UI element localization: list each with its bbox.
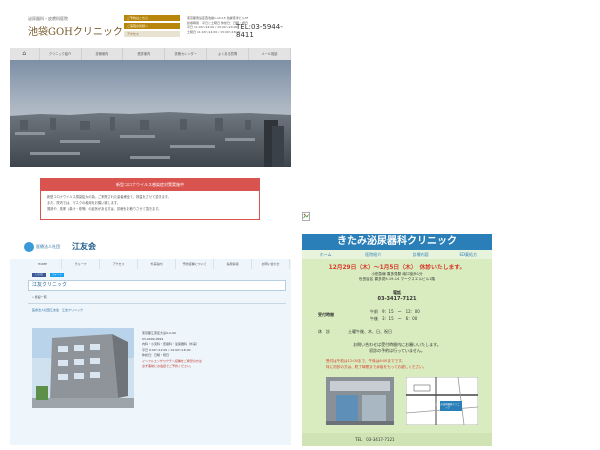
nav-item[interactable]: 診療内容 (397, 250, 445, 259)
map-label: きたみ泌尿器科クリニック (435, 403, 460, 409)
nav-item[interactable]: よくある質問 (207, 48, 250, 60)
breadcrumb[interactable]: » 施設一覧 (32, 295, 47, 299)
nav-item[interactable]: ED薬処方 (445, 250, 493, 259)
main-nav: ⌂ クリニック紹介 診療案内 受診案内 診療カレンダー よくある質問 メール相談 (10, 48, 291, 60)
site-header: 泌尿器科・皮膚科医院 池袋GOHクリニック ご予約はこちら ご来院の皆様へ アク… (10, 10, 291, 48)
koyukai-clinic-screenshot: 医療法人社団 江友会 HOME グループ アクセス 外来案内 予防接種について … (10, 235, 291, 445)
notice-title: 新型コロナウイルス感染症対策実施中 (41, 179, 259, 191)
site-title[interactable]: きたみ泌尿器科クリニック (302, 234, 492, 250)
corp-logo-icon (24, 242, 34, 252)
closed-days: 休 診 土曜午後、木、日、祝日 (318, 329, 392, 335)
inquiry-line: 初診の予約は行っていません。 (369, 348, 425, 353)
hero-cityscape-image (10, 60, 291, 167)
access-map[interactable] (406, 377, 478, 425)
nav-item[interactable]: 診療カレンダー (165, 48, 208, 60)
nav-item[interactable]: お問い合わせ (252, 259, 290, 269)
reservation-button[interactable]: ご予約はこちら (124, 15, 180, 21)
nav-item[interactable]: 外来案内 (138, 259, 176, 269)
nav-item[interactable]: グループ (62, 259, 100, 269)
header-tel[interactable]: TEL:03-5944-8411 (236, 23, 291, 39)
warning-line: 必ず事前にお電話でご予約ください。 (142, 364, 194, 368)
corp-type: 医療法人社団 (36, 244, 60, 249)
main-nav: HOME グループ アクセス 外来案内 予防接種について 採用情報 お問い合わせ (24, 259, 290, 269)
goh-clinic-screenshot: 泌尿器科・皮膚科医院 池袋GOHクリニック ご予約はこちら ご来院の皆様へ アク… (10, 10, 291, 220)
closed-value: 土曜午後、木、日、祝日 (348, 329, 392, 334)
tweet-button[interactable]: ツイート (50, 273, 64, 277)
site-header: 医療法人社団 江友会 (10, 235, 291, 259)
nav-item[interactable]: クリニック紹介 (40, 48, 82, 60)
clinic-entrance-photo (326, 377, 394, 425)
clinic-building-photo (32, 328, 134, 408)
nav-item[interactable]: ホーム (302, 250, 350, 259)
nav-item[interactable]: 受診案内 (123, 48, 166, 60)
section-heading: 医療法人社団江友会 江友クリニック (32, 308, 84, 312)
broken-image-icon (302, 212, 310, 221)
hours-morning: 午前 9：15 ～ 12：00 (370, 309, 420, 314)
address-line: 世田谷区 喜多見9-19-14 マークスエルビル1階 (359, 277, 435, 281)
nav-item[interactable]: アクセス (100, 259, 138, 269)
notice-line: 特に初診の方は、終了時間まで余裕をもってお越しください。 (326, 365, 427, 369)
home-icon[interactable]: ⌂ (10, 48, 40, 60)
tel-number[interactable]: 03-3417-7121 (302, 296, 492, 302)
visitors-button[interactable]: ご来院の皆様へ (124, 23, 180, 29)
nav-item[interactable]: 予防接種について (176, 259, 214, 269)
address: 小田急線 喜多見駅 南口徒歩1分 世田谷区 喜多見9-19-14 マークスエルビ… (302, 272, 492, 282)
like-button[interactable]: いいね (32, 273, 46, 277)
nav-item[interactable]: メール相談 (249, 48, 291, 60)
nav-item[interactable]: HOME (24, 259, 62, 269)
nav-item[interactable]: 医院紹介 (350, 250, 398, 259)
nav-item[interactable]: 診療案内 (82, 48, 124, 60)
nav-item[interactable]: 採用情報 (214, 259, 252, 269)
access-button[interactable]: アクセス (124, 31, 180, 37)
footer: TEL 03-3417-7121 (302, 433, 492, 446)
notice-body: 新型コロナウイルス感染拡大の為、ご来院された患者様全て、検温をさせて頂きます。 … (41, 191, 259, 215)
kitami-clinic-screenshot: きたみ泌尿器科クリニック ホーム 医院紹介 診療内容 ED薬処方 12月29日（… (302, 234, 492, 446)
page-title: 江友クリニック (28, 280, 286, 291)
closed-label: 休 診 (318, 329, 330, 334)
holiday-notice: 12月29日（木）～1月5日（木） 休診いたします。 (328, 265, 466, 271)
header-buttons: ご予約はこちら ご来院の皆様へ アクセス (124, 15, 180, 39)
site-subtitle: 泌尿器科・皮膚科医院 (28, 16, 68, 21)
hours-label: 受付時間 (318, 312, 334, 317)
main-nav: ホーム 医院紹介 診療内容 ED薬処方 (302, 250, 492, 259)
clinic-info: 東京都江東区大島9-9-99 03-9999-9999 内科・小児科・皮膚科・泌… (142, 331, 282, 370)
footer-tel[interactable]: TEL 03-3417-7121 (355, 437, 395, 443)
hours-afternoon: 午後 3：15 ～ 6：00 (370, 316, 418, 321)
covid-notice-box: 新型コロナウイルス感染症対策実施中 新型コロナウイルス感染拡大の為、ご来院された… (40, 178, 260, 220)
divider (28, 303, 286, 304)
corp-name[interactable]: 江友会 (72, 241, 96, 252)
inquiry-note: お問い合わせは受付時間内にお願いいたします。 初診の予約は行っていません。 (302, 342, 492, 354)
notice-line: 発熱や、風邪（鼻汁・咳等）の症状がある方は、診療をお断りさせて頂きます。 (47, 207, 162, 211)
reception-notice: 受付は午前は12:00まで、午後は6:00までです。 特に初診の方は、終了時間ま… (326, 358, 486, 370)
site-logo[interactable]: 池袋GOHクリニック (28, 23, 123, 38)
